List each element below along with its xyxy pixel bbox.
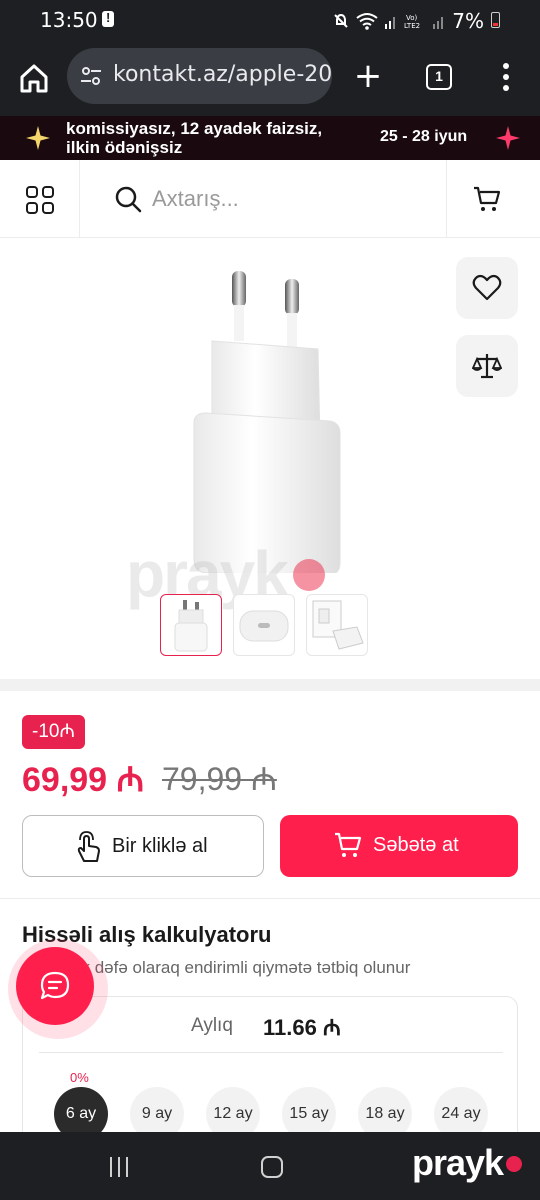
add-to-cart-label: Səbətə at [373, 834, 459, 856]
price-current: 69,99 ₼ [22, 761, 145, 799]
discount-badge: -10₼ [22, 715, 85, 749]
favorite-button[interactable] [456, 257, 518, 319]
tap-hand-icon [77, 831, 100, 862]
mute-icon [334, 13, 348, 28]
url-text: kontakt.az/apple-20 [113, 62, 332, 87]
alert-icon [102, 10, 114, 27]
svg-text:Vo): Vo) [406, 14, 418, 22]
promo-banner[interactable]: komissiyasız, 12 ayadək faizsiz, ilkin ö… [0, 116, 540, 160]
tab-switcher-button[interactable]: 1 [426, 64, 452, 90]
price-old: 79,99 ₼ [162, 761, 277, 797]
home-nav-icon[interactable] [261, 1156, 283, 1178]
scales-icon [472, 354, 502, 379]
thumbnail-charger-box[interactable] [306, 594, 368, 656]
promo-text: komissiyasız, 12 ayadək faizsiz, ilkin ö… [66, 119, 322, 157]
cart-button[interactable] [446, 160, 540, 238]
promo-line-1: komissiyasız, 12 ayadək faizsiz, [66, 119, 323, 138]
search-bar[interactable] [80, 160, 446, 238]
promo-dates: 25 - 28 iyun [380, 128, 468, 145]
battery-icon [491, 12, 500, 28]
heart-icon [472, 274, 502, 301]
divider [0, 898, 540, 899]
section-separator [0, 679, 540, 691]
browser-toolbar: kontakt.az/apple-20 + 1 [0, 40, 540, 116]
monthly-value: 11.66 ₼ [263, 1015, 341, 1040]
product-gallery[interactable]: prayk [0, 239, 540, 679]
watermark-dot [293, 559, 325, 591]
monthly-label: Aylıq [191, 1015, 233, 1036]
sparkle-icon [496, 126, 520, 150]
status-bar: 13:50 Vo)LTE2 7% [0, 0, 540, 40]
site-header [0, 160, 540, 238]
lte-icon: Vo)LTE2 [404, 14, 420, 30]
thumbnail-charger-front[interactable] [160, 594, 222, 656]
site-settings-icon[interactable] [79, 64, 103, 88]
sparkle-icon [26, 126, 50, 150]
more-menu-icon[interactable] [498, 60, 514, 96]
signal-icon [385, 17, 396, 29]
thumbnail-strip [160, 594, 368, 656]
catalog-button[interactable] [0, 160, 80, 238]
status-icons: Vo) LTE2 7% [332, 9, 502, 33]
cart-icon [474, 186, 501, 211]
one-click-buy-button[interactable]: Bir kliklə al [22, 815, 264, 877]
product-image[interactable] [180, 263, 360, 573]
chat-button[interactable] [16, 947, 94, 1025]
chat-icon [40, 971, 70, 1000]
price-section: -10₼ 69,99 ₼ 79,99 ₼ Bir kliklə al Səbət… [0, 691, 540, 896]
watermark-logo-dot [506, 1156, 522, 1172]
promo-line-2: ilkin ödənişsiz [66, 138, 183, 157]
add-to-cart-button[interactable]: Səbətə at [280, 815, 518, 877]
svg-text:LTE2: LTE2 [404, 22, 420, 30]
home-icon[interactable] [14, 58, 54, 98]
thumbnail-charger-port[interactable] [233, 594, 295, 656]
new-tab-icon[interactable]: + [352, 58, 384, 98]
cart-icon [335, 832, 362, 857]
watermark-logo: prayk [412, 1142, 504, 1183]
recent-apps-icon[interactable] [110, 1157, 134, 1177]
calculator-divider [39, 1052, 503, 1053]
battery-percent: 7% [452, 9, 484, 33]
compare-button[interactable] [456, 335, 518, 397]
signal-icon-2 [433, 17, 444, 29]
search-input[interactable] [152, 182, 432, 216]
grid-icon [26, 186, 54, 214]
search-icon [115, 186, 142, 213]
interest-rate: 0% [70, 1070, 89, 1085]
wifi-icon [356, 13, 378, 30]
one-click-buy-label: Bir kliklə al [112, 835, 208, 857]
status-time: 13:50 [40, 8, 98, 32]
system-nav-bar: prayk [0, 1132, 540, 1200]
url-bar[interactable]: kontakt.az/apple-20 [67, 48, 332, 104]
